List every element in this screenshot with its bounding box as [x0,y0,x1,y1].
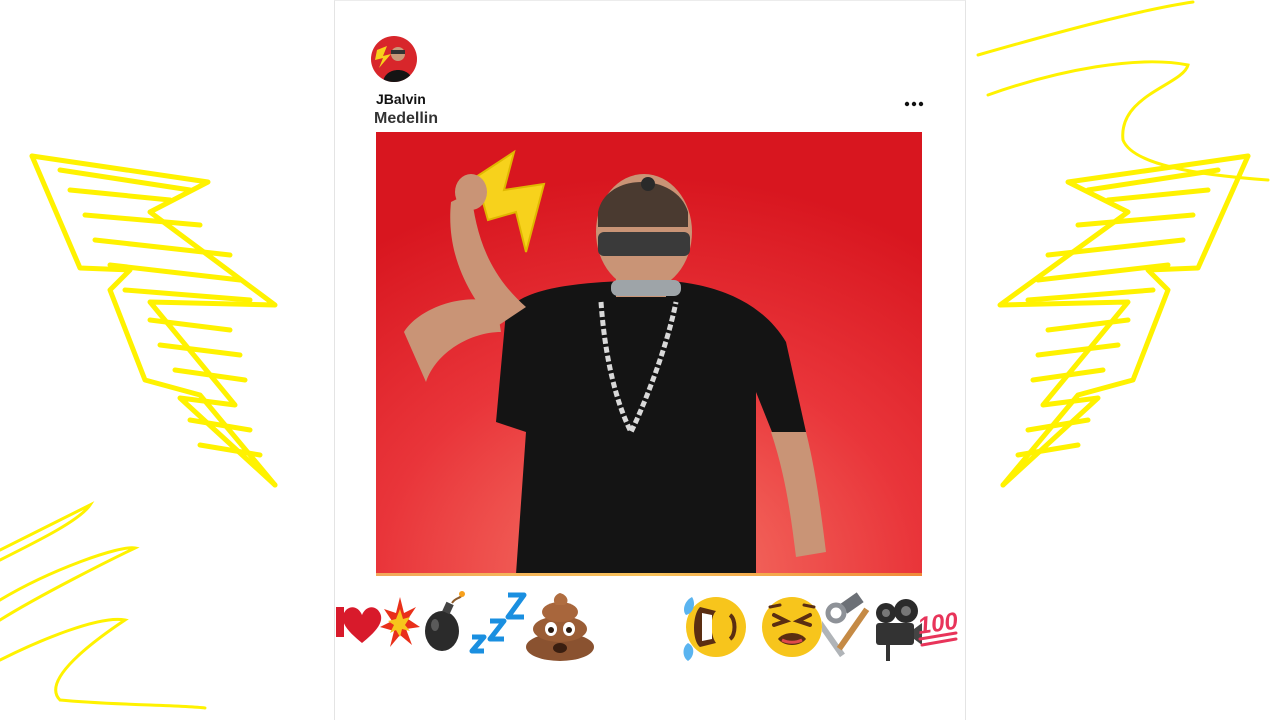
lightning-scribble-right [976,0,1270,488]
explosion-icon[interactable] [380,585,420,665]
post-photo[interactable] [376,132,922,574]
laughing-tears-icon[interactable] [672,585,752,665]
bomb-icon[interactable] [422,585,466,665]
username[interactable]: JBalvin [376,91,426,107]
location-label[interactable]: Medellin [374,110,438,128]
photo-bottom-edge [376,573,922,576]
avatar-photo [371,36,417,82]
heart-icon[interactable] [336,585,384,665]
poop-icon[interactable] [524,585,596,665]
post-photo-art [376,132,922,574]
avatar[interactable] [371,36,417,82]
hammer-wrench-icon[interactable] [822,585,874,665]
more-options-icon [904,101,924,107]
lightning-scribble-left [0,153,278,710]
film-camera-icon[interactable] [872,585,922,665]
hundred-points-icon[interactable]: 100 [916,585,964,665]
more-options-button[interactable] [901,94,927,114]
tired-face-icon[interactable] [760,585,824,665]
video-frame: JBalvin Medellin 100 [0,0,1280,720]
emoji-reaction-strip: 100 [336,585,966,665]
zzz-icon[interactable] [468,585,528,665]
